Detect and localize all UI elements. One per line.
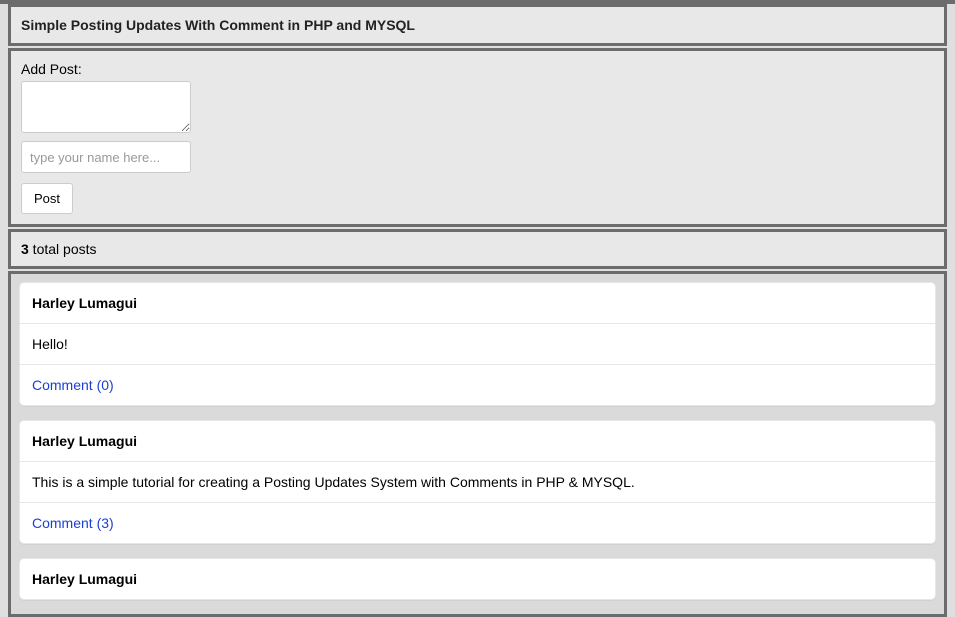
add-post-label: Add Post: (21, 61, 934, 77)
post-content-textarea[interactable] (21, 81, 191, 133)
posts-feed: Harley Lumagui Hello! Comment (0) Harley… (8, 271, 947, 617)
post-content: This is a simple tutorial for creating a… (20, 461, 935, 502)
post-author: Harley Lumagui (20, 283, 935, 323)
post-count-label: total posts (29, 241, 97, 257)
post-comment-row: Comment (0) (20, 364, 935, 405)
author-name-input[interactable] (21, 141, 191, 173)
page-title: Simple Posting Updates With Comment in P… (21, 17, 415, 33)
post-card: Harley Lumagui (19, 558, 936, 600)
post-author: Harley Lumagui (20, 421, 935, 461)
page-title-bar: Simple Posting Updates With Comment in P… (11, 7, 944, 43)
post-count-bar: 3 total posts (8, 229, 947, 269)
post-card: Harley Lumagui This is a simple tutorial… (19, 420, 936, 544)
post-card: Harley Lumagui Hello! Comment (0) (19, 282, 936, 406)
post-comment-row: Comment (3) (20, 502, 935, 543)
title-panel: Simple Posting Updates With Comment in P… (8, 4, 947, 46)
post-author: Harley Lumagui (20, 559, 935, 599)
post-content: Hello! (20, 323, 935, 364)
comment-link[interactable]: Comment (3) (32, 515, 114, 531)
post-button[interactable]: Post (21, 183, 73, 214)
comment-link[interactable]: Comment (0) (32, 377, 114, 393)
add-post-body: Add Post: Post (11, 51, 944, 224)
post-count-number: 3 (21, 241, 29, 257)
add-post-panel: Add Post: Post (8, 48, 947, 227)
